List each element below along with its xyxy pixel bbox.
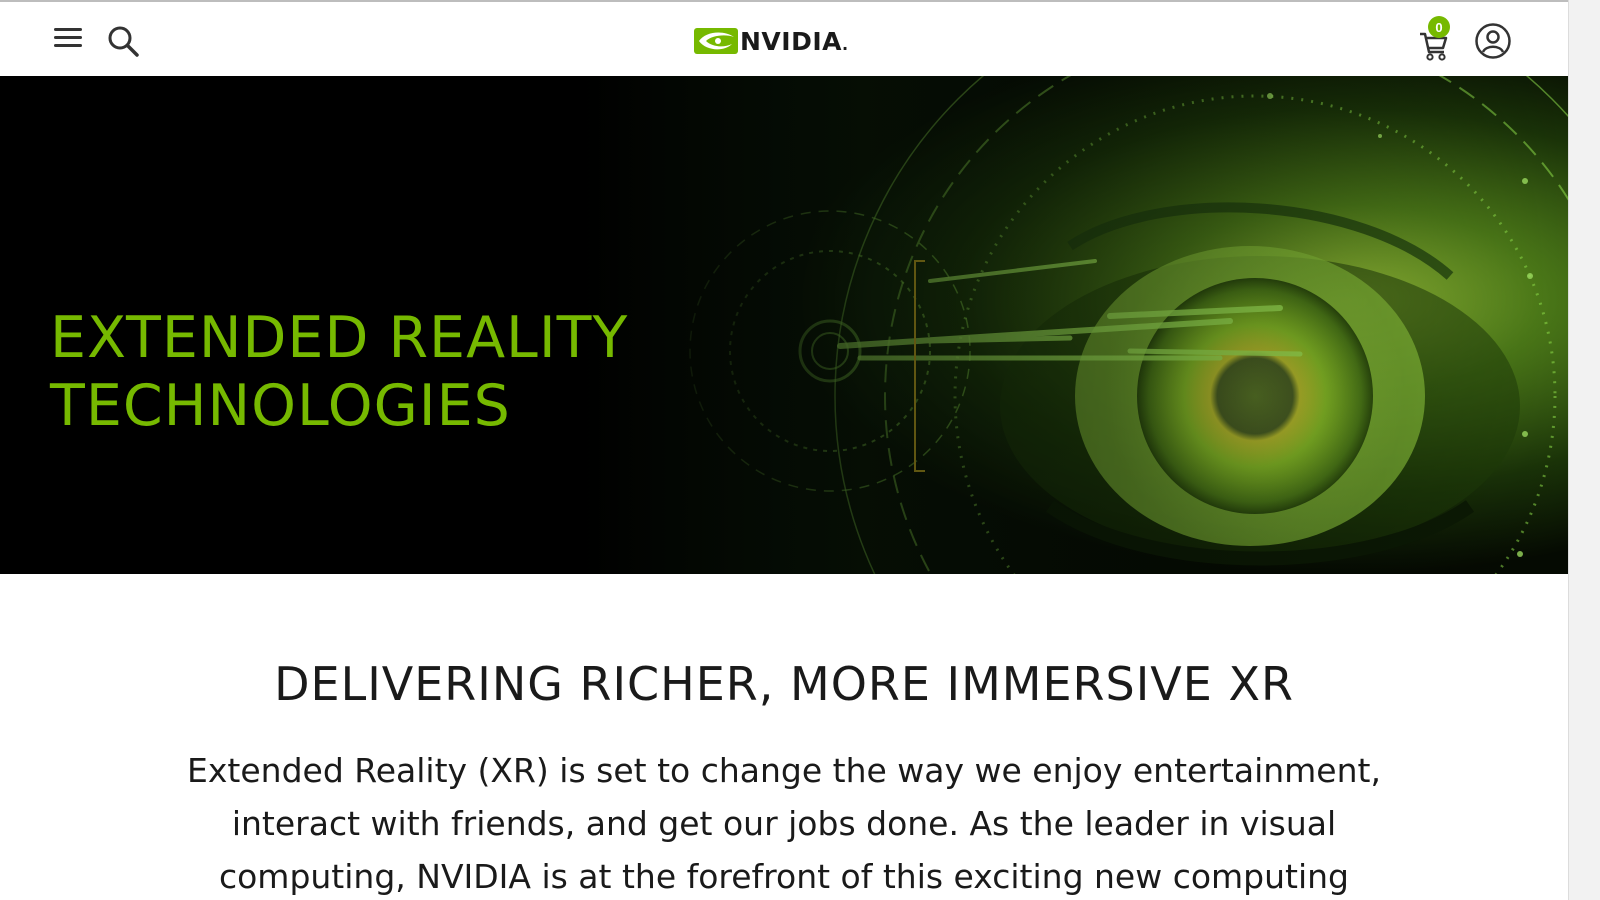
browser-viewport: NVIDIA. 0 EXTENDED REALITY TECHNOLOGIES …	[0, 0, 1600, 900]
hero-title-line-2: TECHNOLOGIES	[50, 373, 511, 439]
nvidia-eye-logo-icon	[694, 28, 738, 54]
brand-wordmark: NVIDIA.	[740, 26, 849, 56]
section-body-text: Extended Reality (XR) is set to change t…	[187, 751, 1381, 896]
cart-count-badge: 0	[1428, 16, 1450, 38]
search-icon[interactable]	[106, 24, 140, 58]
cart-button[interactable]: 0	[1418, 16, 1458, 64]
menu-icon[interactable]	[54, 28, 82, 50]
scrollbar[interactable]	[1568, 0, 1600, 900]
hero-title-line-1: EXTENDED REALITY	[50, 305, 629, 371]
hero-banner: EXTENDED REALITY TECHNOLOGIES	[0, 76, 1568, 574]
account-icon[interactable]	[1474, 22, 1512, 60]
nvidia-logo[interactable]: NVIDIA.	[694, 24, 849, 58]
site-header: NVIDIA. 0	[0, 2, 1568, 77]
hero-title: EXTENDED REALITY TECHNOLOGIES	[50, 304, 628, 440]
intro-section: DELIVERING RICHER, MORE IMMERSIVE XR Ext…	[0, 574, 1568, 900]
section-heading: DELIVERING RICHER, MORE IMMERSIVE XR	[274, 657, 1294, 711]
